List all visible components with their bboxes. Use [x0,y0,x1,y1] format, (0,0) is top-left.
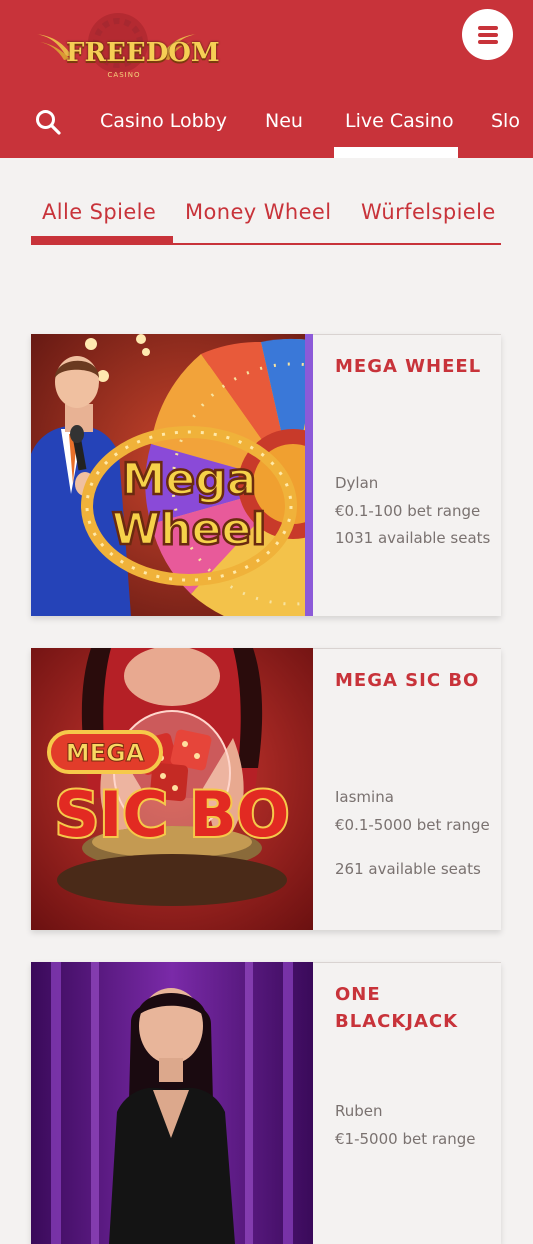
mega-wheel-image-title: Mega [122,454,257,505]
game-card-one-blackjack[interactable]: ONE BLACKJACK Ruben €1-5000 bet range [31,962,501,1244]
game-info: ONE BLACKJACK Ruben €1-5000 bet range [313,962,501,1244]
bet-range: €1-5000 bet range [335,1130,476,1148]
game-info: MEGA WHEEL Dylan €0.1-100 bet range 1031… [313,334,501,616]
category-tabs: Alle Spiele Money Wheel Würfelspiele [0,190,533,250]
game-thumbnail-one-blackjack[interactable] [31,962,313,1244]
available-seats: 1031 available seats [335,529,491,547]
game-thumbnail-mega-sic-bo[interactable]: MEGA SIC BO [31,648,313,930]
tab-money-wheel[interactable]: Money Wheel [185,200,331,224]
bet-range: €0.1-100 bet range [335,502,481,520]
tab-wuerfelspiele[interactable]: Würfelspiele [361,200,496,224]
search-icon[interactable] [35,109,61,135]
main-nav: Casino Lobby Neu Live Casino Slo [0,98,533,158]
freedom-casino-logo[interactable]: FREEDOM CASINO [34,12,220,79]
mega-wheel-image-subtitle: Wheel [112,504,267,555]
game-title[interactable]: ONE BLACKJACK [335,981,495,1035]
hamburger-icon-bar [478,33,498,37]
dealer-name: Iasmina [335,788,394,806]
game-card-mega-sic-bo[interactable]: MEGA SIC BO MEGA SIC BO Iasmina €0.1-500… [31,648,501,930]
hamburger-icon-bar [478,40,498,44]
tab-alle-spiele[interactable]: Alle Spiele [42,200,156,224]
nav-item-casino-lobby[interactable]: Casino Lobby [100,110,227,132]
nav-item-slots[interactable]: Slo [491,110,520,132]
nav-active-indicator [334,147,458,158]
mega-sic-bo-badge-text: MEGA [66,739,145,767]
nav-item-neu[interactable]: Neu [265,110,303,132]
site-header: FREEDOM CASINO Casino Lobby Neu Live Cas… [0,0,533,158]
logo-text: FREEDOM [66,38,220,68]
mega-sic-bo-image-title: SIC BO [55,778,290,851]
game-thumbnail-mega-wheel[interactable]: Mega Wheel [31,334,313,616]
available-seats: 261 available seats [335,860,481,878]
hamburger-icon [478,26,498,30]
dealer-name: Ruben [335,1102,383,1120]
game-card-mega-wheel[interactable]: Mega Wheel MEGA WHEEL Dylan €0.1-100 bet… [31,334,501,616]
dealer-name: Dylan [335,474,379,492]
logo-subtext: CASINO [107,71,141,79]
game-title[interactable]: MEGA WHEEL [335,353,495,380]
menu-button[interactable] [462,9,513,60]
game-title[interactable]: MEGA SIC BO [335,667,495,694]
bet-range: €0.1-5000 bet range [335,816,490,834]
tab-active-indicator [31,236,173,244]
nav-item-live-casino[interactable]: Live Casino [345,110,454,132]
game-info: MEGA SIC BO Iasmina €0.1-5000 bet range … [313,648,501,930]
